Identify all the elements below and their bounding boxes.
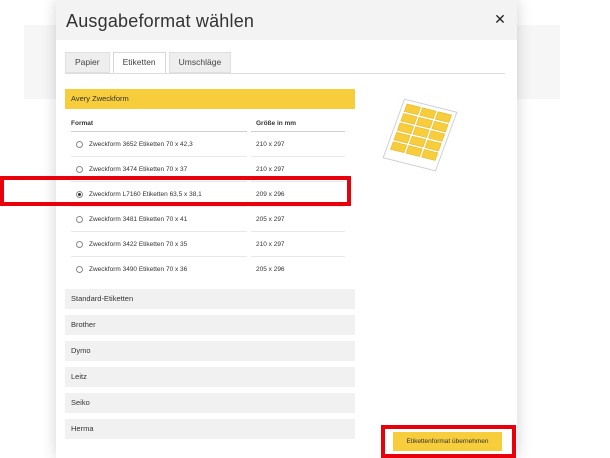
radio-button[interactable] — [76, 165, 83, 173]
format-row-3481[interactable]: Zweckform 3481 Etiketten 70 x 41 205 x 2… — [71, 207, 349, 231]
accordion-standard-etiketten[interactable]: Standard-Etiketten — [65, 289, 355, 309]
format-size: 210 x 297 — [256, 140, 285, 148]
column-format-header: Format — [71, 119, 94, 127]
tab-bar: Papier Etiketten Umschläge — [65, 52, 232, 74]
format-row-3422[interactable]: Zweckform 3422 Etiketten 70 x 35 210 x 2… — [71, 232, 349, 256]
accordion-avery[interactable]: Avery Zweckform — [65, 89, 355, 109]
format-name: Zweckform 3422 Etiketten 70 x 35 — [89, 240, 188, 248]
format-name: Zweckform 3490 Etiketten 70 x 36 — [89, 265, 188, 273]
format-name: Zweckform 3474 Etiketten 70 x 37 — [89, 165, 188, 173]
format-name: Zweckform 3652 Etiketten 70 x 42,3 — [89, 140, 193, 148]
row-divider — [71, 231, 349, 232]
header-divider — [71, 131, 349, 132]
close-icon[interactable]: ✕ — [493, 12, 507, 26]
dialog-title: Ausgabeformat wählen — [66, 11, 255, 31]
dialog-header: Ausgabeformat wählen ✕ — [56, 0, 517, 40]
row-divider — [71, 256, 349, 257]
format-row-3490[interactable]: Zweckform 3490 Etiketten 70 x 36 205 x 2… — [71, 257, 349, 281]
row-divider — [71, 206, 349, 207]
row-divider — [71, 156, 349, 157]
format-size: 205 x 296 — [256, 265, 285, 273]
radio-button[interactable] — [76, 240, 83, 248]
tab-papier[interactable]: Papier — [65, 52, 110, 73]
accordion-dymo[interactable]: Dymo — [65, 341, 355, 361]
tab-divider — [65, 73, 505, 74]
apply-format-button[interactable]: Etikettenformat übernehmen — [393, 432, 502, 451]
format-dialog: Ausgabeformat wählen ✕ Papier Etiketten … — [56, 0, 517, 458]
accordion-herma[interactable]: Herma — [65, 419, 355, 439]
label-sheet-icon — [382, 98, 458, 172]
tab-umschlaege[interactable]: Umschläge — [168, 52, 232, 73]
accordion-seiko[interactable]: Seiko — [65, 393, 355, 413]
format-name: Zweckform 3481 Etiketten 70 x 41 — [89, 215, 188, 223]
radio-button[interactable] — [76, 215, 83, 223]
accordion-brother[interactable]: Brother — [65, 315, 355, 335]
format-size: 210 x 297 — [256, 165, 285, 173]
radio-button[interactable] — [76, 140, 83, 148]
format-size: 210 x 297 — [256, 240, 285, 248]
brand-accordion: Avery Zweckform Format Größe in mm Zweck… — [65, 89, 355, 445]
format-size: 205 x 297 — [256, 215, 285, 223]
tab-etiketten[interactable]: Etiketten — [112, 52, 166, 74]
column-size-header: Größe in mm — [256, 119, 297, 127]
format-row-3652[interactable]: Zweckform 3652 Etiketten 70 x 42,3 210 x… — [71, 132, 349, 156]
table-header: Format Größe in mm — [71, 117, 349, 129]
selected-row-highlight — [0, 176, 351, 206]
radio-button[interactable] — [76, 265, 83, 273]
accordion-leitz[interactable]: Leitz — [65, 367, 355, 387]
